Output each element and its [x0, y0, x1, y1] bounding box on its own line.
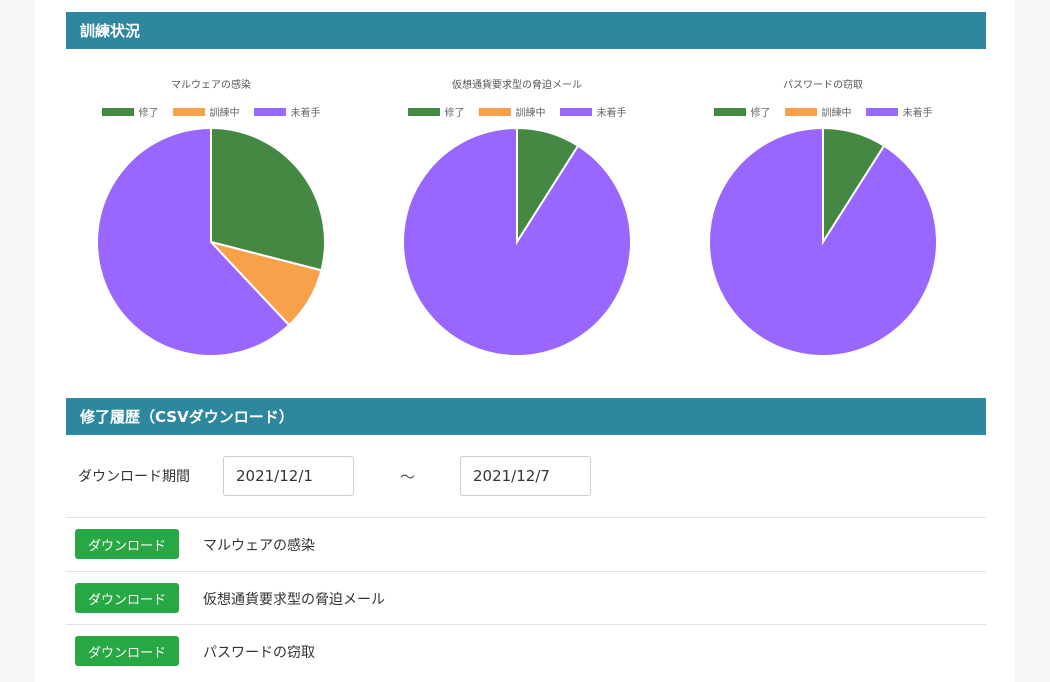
pie-chart-crypto-extortion-mail: 仮想通貨要求型の脅迫メール 修了 訓練中 未着手	[367, 72, 667, 372]
legend-swatch-completed	[101, 107, 134, 116]
legend-swatch-not-started	[865, 107, 898, 116]
pie-slice-not-started[interactable]	[402, 126, 632, 357]
chart-title: マルウェアの感染	[171, 80, 251, 91]
legend-swatch-completed	[407, 107, 440, 116]
end-date-input[interactable]	[460, 456, 591, 496]
legend-item-in-progress[interactable]: 訓練中	[478, 104, 546, 119]
legend-item-completed[interactable]: 修了	[407, 104, 465, 119]
pie-svg	[402, 126, 632, 357]
legend-item-completed[interactable]: 修了	[101, 104, 159, 119]
pie-chart-password-theft: パスワードの窃取 修了 訓練中 未着手	[673, 72, 973, 372]
chart-legend: 修了 訓練中 未着手	[367, 104, 667, 119]
completion-history-title: 修了履歴（CSVダウンロード）	[80, 408, 294, 426]
legend-swatch-in-progress	[784, 107, 817, 116]
legend-swatch-not-started	[253, 107, 286, 116]
start-date-input[interactable]	[223, 456, 354, 496]
download-period-label: ダウンロード期間	[78, 469, 190, 485]
download-row-password-theft: ダウンロード パスワードの窃取	[66, 625, 986, 677]
date-range-separator: ～	[400, 468, 416, 486]
legend-item-in-progress[interactable]: 訓練中	[784, 104, 852, 119]
download-row-label: マルウェアの感染	[203, 538, 315, 554]
legend-label: 修了	[750, 108, 771, 119]
legend-label: 訓練中	[515, 108, 546, 119]
chart-legend: 修了 訓練中 未着手	[673, 104, 973, 119]
training-status-title: 訓練状況	[80, 22, 141, 40]
chart-legend: 修了 訓練中 未着手	[61, 104, 361, 119]
download-row-label: パスワードの窃取	[203, 645, 315, 661]
legend-label: 未着手	[902, 108, 933, 119]
download-button[interactable]: ダウンロード	[75, 583, 179, 613]
chart-title: パスワードの窃取	[783, 80, 863, 91]
legend-swatch-in-progress	[478, 107, 511, 116]
legend-label: 訓練中	[209, 108, 240, 119]
legend-label: 修了	[138, 108, 159, 119]
pie-svg	[96, 126, 326, 357]
legend-item-not-started[interactable]: 未着手	[865, 104, 933, 119]
legend-swatch-completed	[713, 107, 746, 116]
training-status-header: 訓練状況	[66, 12, 986, 49]
legend-label: 修了	[444, 108, 465, 119]
legend-swatch-not-started	[559, 107, 592, 116]
legend-label: 訓練中	[821, 108, 852, 119]
download-row-label: 仮想通貨要求型の脅迫メール	[203, 592, 385, 608]
download-row-malware: ダウンロード マルウェアの感染	[66, 518, 986, 570]
legend-item-completed[interactable]: 修了	[713, 104, 771, 119]
legend-item-not-started[interactable]: 未着手	[253, 104, 321, 119]
pie-slice-not-started[interactable]	[708, 126, 938, 357]
download-period-row: ダウンロード期間 ～	[66, 440, 986, 516]
pie-chart-malware: マルウェアの感染 修了 訓練中 未着手	[61, 72, 361, 372]
legend-label: 未着手	[596, 108, 627, 119]
legend-label: 未着手	[290, 108, 321, 119]
download-row-crypto-extortion-mail: ダウンロード 仮想通貨要求型の脅迫メール	[66, 572, 986, 624]
chart-title: 仮想通貨要求型の脅迫メール	[452, 80, 582, 91]
legend-item-not-started[interactable]: 未着手	[559, 104, 627, 119]
download-button[interactable]: ダウンロード	[75, 529, 179, 559]
pie-svg	[708, 126, 938, 357]
download-button[interactable]: ダウンロード	[75, 636, 179, 666]
legend-swatch-in-progress	[172, 107, 205, 116]
completion-history-header: 修了履歴（CSVダウンロード）	[66, 398, 986, 435]
legend-item-in-progress[interactable]: 訓練中	[172, 104, 240, 119]
